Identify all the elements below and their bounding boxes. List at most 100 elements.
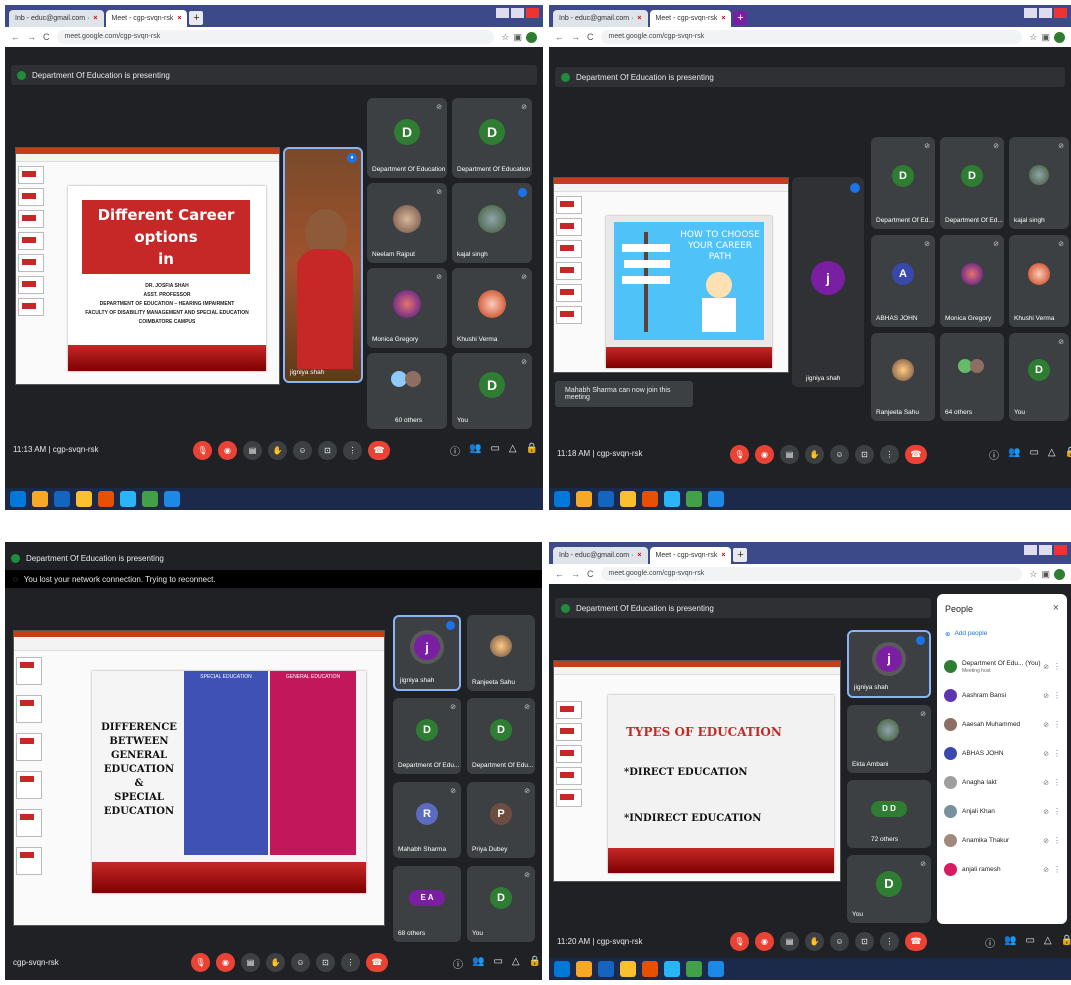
- pinned-video-tile[interactable]: j jigniya shah: [393, 615, 461, 691]
- info-icon[interactable]: ⓘ: [453, 956, 463, 971]
- participant-tile[interactable]: Ranjeeta Sahu: [467, 615, 535, 691]
- folder-icon[interactable]: [576, 961, 592, 977]
- word-icon[interactable]: [164, 491, 180, 507]
- participant-tile[interactable]: ⊘ kajal singh: [1009, 137, 1069, 229]
- end-call-button[interactable]: ☎: [905, 445, 927, 464]
- pinned-video-tile[interactable]: j jigniya shah: [792, 177, 864, 387]
- more-icon[interactable]: ⋮: [1053, 691, 1061, 700]
- new-tab-icon[interactable]: +: [733, 11, 748, 25]
- profile-avatar[interactable]: [1054, 568, 1065, 580]
- ie-icon[interactable]: [54, 491, 70, 507]
- star-icon[interactable]: ☆: [501, 32, 509, 43]
- participant-tile[interactable]: D ⊘ Department Of Ed...: [940, 137, 1004, 229]
- close-icon[interactable]: ×: [177, 15, 181, 22]
- slide-thumbnail[interactable]: [16, 733, 42, 761]
- participant-tile[interactable]: R ⊘ Mahabh Sharma: [393, 782, 461, 858]
- emoji-button[interactable]: ☺: [830, 445, 849, 464]
- ie-icon[interactable]: [598, 961, 614, 977]
- reload-icon[interactable]: C: [43, 32, 50, 42]
- emoji-button[interactable]: ☺: [291, 953, 310, 972]
- people-icon[interactable]: 👥: [472, 956, 484, 971]
- others-tile[interactable]: 64 others: [940, 333, 1004, 421]
- info-icon[interactable]: ⓘ: [989, 447, 999, 462]
- slide-thumbnail[interactable]: [18, 254, 44, 272]
- media-icon[interactable]: [620, 491, 636, 507]
- lock-icon[interactable]: 🔒: [526, 443, 538, 458]
- address-bar[interactable]: meet.google.com/cgp-svqn-rsk: [56, 30, 495, 44]
- new-tab-icon[interactable]: +: [733, 548, 748, 562]
- more-icon[interactable]: ⋮: [1053, 720, 1061, 729]
- lock-icon[interactable]: 🔒: [529, 956, 541, 971]
- present-button[interactable]: ⊡: [316, 953, 335, 972]
- more-icon[interactable]: ⋮: [1053, 807, 1061, 816]
- close-window-icon[interactable]: [526, 8, 539, 18]
- extensions-icon[interactable]: ▣: [1041, 32, 1050, 43]
- forward-icon[interactable]: →: [27, 32, 36, 42]
- add-people-button[interactable]: ⊕ Add people: [945, 630, 987, 638]
- camera-button[interactable]: ◉: [755, 445, 774, 464]
- slide-thumbnail[interactable]: [18, 210, 44, 228]
- activities-icon[interactable]: △: [512, 956, 520, 971]
- app-icon[interactable]: [120, 491, 136, 507]
- media-icon[interactable]: [620, 961, 636, 977]
- present-button[interactable]: ⊡: [318, 441, 337, 460]
- close-icon[interactable]: ×: [93, 15, 97, 22]
- present-button[interactable]: ⊡: [855, 445, 874, 464]
- participant-tile[interactable]: D ⊘ Department Of Education: [452, 98, 532, 178]
- browser-tab-mail[interactable]: Inb - educ@gmail.com · ×: [553, 10, 648, 27]
- minimize-icon[interactable]: [1024, 8, 1037, 18]
- chat-icon[interactable]: ▭: [490, 443, 499, 458]
- info-icon[interactable]: ⓘ: [985, 935, 995, 950]
- slide-thumbnail[interactable]: [556, 284, 582, 302]
- self-tile[interactable]: D ⊘ You: [847, 855, 931, 923]
- slide-thumbnail[interactable]: [556, 745, 582, 763]
- others-tile[interactable]: 60 others: [367, 353, 447, 429]
- slide-thumbnail[interactable]: [556, 306, 582, 324]
- slide-thumbnail[interactable]: [16, 657, 42, 685]
- slide-thumbnail[interactable]: [556, 196, 582, 214]
- mic-button[interactable]: 🎙: [730, 445, 749, 464]
- slide-thumbnail[interactable]: [16, 847, 42, 875]
- reload-icon[interactable]: C: [587, 569, 594, 579]
- extensions-icon[interactable]: ▣: [513, 32, 522, 43]
- chrome-icon[interactable]: [686, 961, 702, 977]
- participant-tile[interactable]: ⊘ Monica Gregory: [940, 235, 1004, 327]
- info-icon[interactable]: ⓘ: [450, 443, 460, 458]
- browser-tab-mail[interactable]: Inb - educ@gmail.com · ×: [553, 547, 648, 564]
- close-icon[interactable]: ×: [637, 552, 641, 559]
- captions-button[interactable]: ▤: [243, 441, 262, 460]
- maximize-icon[interactable]: [1039, 8, 1052, 18]
- slide-thumbnail[interactable]: [556, 723, 582, 741]
- browser-tab-meet[interactable]: Meet - cgp-svqn-rsk ×: [649, 547, 732, 564]
- raise-hand-button[interactable]: ✋: [805, 445, 824, 464]
- participant-tile[interactable]: Ranjeeta Sahu: [871, 333, 935, 421]
- captions-button[interactable]: ▤: [241, 953, 260, 972]
- participant-tile[interactable]: A ⊘ ABHAS JOHN: [871, 235, 935, 327]
- more-icon[interactable]: ⋮: [1053, 865, 1061, 874]
- emoji-button[interactable]: ☺: [293, 441, 312, 460]
- emoji-button[interactable]: ☺: [830, 932, 849, 951]
- captions-button[interactable]: ▤: [780, 445, 799, 464]
- slide-thumbnail[interactable]: [556, 218, 582, 236]
- extensions-icon[interactable]: ▣: [1041, 569, 1050, 580]
- mic-button[interactable]: 🎙: [191, 953, 210, 972]
- star-icon[interactable]: ☆: [1029, 32, 1037, 43]
- start-icon[interactable]: [10, 491, 26, 507]
- forward-icon[interactable]: →: [571, 569, 580, 579]
- close-icon[interactable]: ×: [637, 15, 641, 22]
- list-item[interactable]: ABHAS JOHN ⊘ ⋮: [937, 739, 1067, 768]
- media-icon[interactable]: [76, 491, 92, 507]
- participant-tile[interactable]: ⊘ Neelam Rajput: [367, 183, 447, 263]
- participant-tile[interactable]: P ⊘ Priya Dubey: [467, 782, 535, 858]
- start-icon[interactable]: [554, 961, 570, 977]
- slide-thumbnail[interactable]: [556, 262, 582, 280]
- slide-thumbnail[interactable]: [18, 166, 44, 184]
- address-bar[interactable]: meet.google.com/cgp-svqn-rsk: [600, 30, 1023, 44]
- participant-tile[interactable]: ⊘ Khushi Verma: [1009, 235, 1069, 327]
- participant-tile[interactable]: kajal singh: [452, 183, 532, 263]
- pinned-video-tile[interactable]: j jigniya shah: [847, 630, 931, 698]
- address-bar[interactable]: meet.google.com/cgp-svqn-rsk: [600, 567, 1023, 581]
- list-item[interactable]: Aaesah Muhammed ⊘ ⋮: [937, 710, 1067, 739]
- slide-thumbnail[interactable]: [16, 695, 42, 723]
- start-icon[interactable]: [554, 491, 570, 507]
